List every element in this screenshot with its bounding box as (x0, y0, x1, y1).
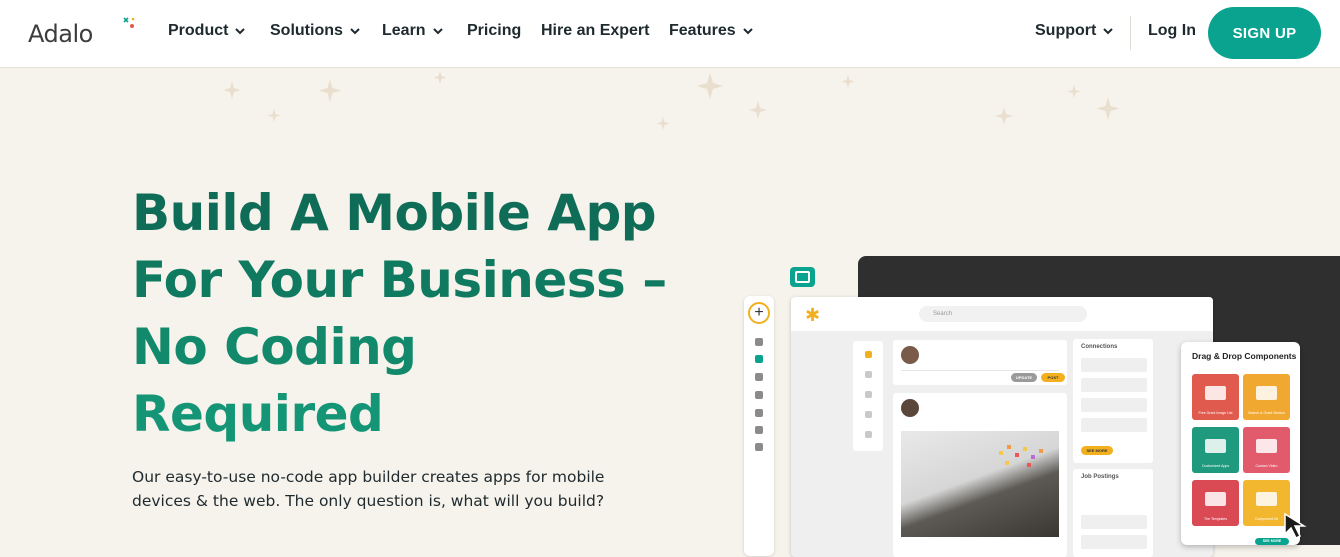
connection-row (1081, 378, 1147, 392)
nav-support[interactable]: Support (1035, 22, 1114, 40)
hero-title-line-4: Required (132, 385, 384, 443)
analytics-icon (755, 426, 763, 434)
connections-card: Connections SEE MORE (1073, 339, 1153, 463)
publish-icon (755, 409, 763, 417)
update-button[interactable]: UPDATE (1011, 373, 1037, 382)
drag-drop-title: Drag & Drop Components (1192, 351, 1297, 361)
sparkle-logo-icon (123, 17, 135, 28)
component-tile[interactable]: The Templates (1192, 480, 1239, 526)
chevron-down-icon (350, 28, 360, 35)
hero-title-line-2: For Your Business – (132, 251, 667, 309)
nav-product[interactable]: Product (168, 22, 246, 40)
nav-hire-expert-label: Hire an Expert (541, 22, 650, 39)
nav-product-label: Product (168, 22, 229, 39)
hero-title: Build A Mobile App For Your Business – N… (132, 180, 692, 448)
builder-search-input[interactable]: Search (919, 306, 1087, 322)
nav-features-label: Features (669, 22, 736, 39)
connection-row (1081, 418, 1147, 432)
job-postings-label: Job Postings (1081, 474, 1119, 480)
login-label: Log In (1148, 22, 1196, 39)
nav-screen (853, 341, 883, 451)
database-icon (755, 373, 763, 381)
job-postings-card: Job Postings (1073, 469, 1153, 557)
job-row (1081, 515, 1147, 529)
nav-divider (1130, 16, 1131, 50)
connection-row (1081, 358, 1147, 372)
post-card: UPDATE POST (893, 340, 1067, 385)
builder-canvas: ✱ Search UPDATE POST Connections SEE MOR… (791, 297, 1213, 557)
add-component-icon: + (748, 302, 770, 324)
nav-pricing[interactable]: Pricing (467, 22, 521, 40)
nav-features[interactable]: Features (669, 22, 754, 40)
component-tile[interactable]: Search & Grant Section (1243, 374, 1290, 420)
nav-solutions[interactable]: Solutions (270, 22, 361, 40)
login-link[interactable]: Log In (1148, 22, 1196, 40)
builder-topbar: ✱ Search (791, 297, 1213, 331)
chevron-down-icon (432, 28, 443, 35)
post-button[interactable]: POST (1041, 373, 1065, 382)
nav-support-label: Support (1035, 22, 1097, 39)
feed-card (893, 393, 1067, 557)
job-row (1081, 535, 1147, 549)
nav-solutions-label: Solutions (270, 22, 343, 39)
screens-icon (755, 355, 763, 363)
connections-label: Connections (1081, 344, 1118, 350)
app-star-icon: ✱ (805, 305, 821, 325)
see-more-button[interactable]: SEE MORE (1081, 446, 1113, 455)
hero-title-line-1: Build A Mobile App (132, 184, 657, 242)
avatar (901, 346, 919, 364)
screen-icon (790, 267, 815, 287)
builder-toolbar: + (744, 296, 774, 556)
settings-icon (755, 391, 763, 399)
chevron-down-icon (742, 28, 753, 35)
chevron-down-icon (235, 28, 246, 35)
copy-icon (755, 443, 763, 451)
mouse-cursor-icon (1284, 512, 1307, 540)
top-navbar: Adalo Product Solutions Learn Pricing Hi… (0, 0, 1340, 68)
nav-pricing-label: Pricing (467, 22, 522, 39)
adalo-logo[interactable]: Adalo (28, 17, 135, 50)
nav-learn-label: Learn (382, 22, 426, 39)
component-tile[interactable]: Customized Apps (1192, 427, 1239, 473)
palette-icon (755, 338, 763, 346)
team-photo (901, 431, 1059, 537)
hero-title-line-3: No Coding (132, 318, 417, 376)
signup-button[interactable]: SIGN UP (1208, 7, 1321, 59)
nav-hire-expert[interactable]: Hire an Expert (541, 22, 649, 40)
hero-subtitle: Our easy-to-use no-code app builder crea… (132, 468, 605, 510)
avatar (901, 399, 919, 417)
chevron-down-icon (1103, 28, 1114, 35)
decorative-sparkles (223, 71, 1120, 130)
logo-wordmark: Adalo (28, 20, 93, 48)
connection-row (1081, 398, 1147, 412)
component-tile[interactable]: Free Grant Image List (1192, 374, 1239, 420)
nav-learn[interactable]: Learn (382, 22, 444, 40)
component-tile[interactable]: Custom Video (1243, 427, 1290, 473)
